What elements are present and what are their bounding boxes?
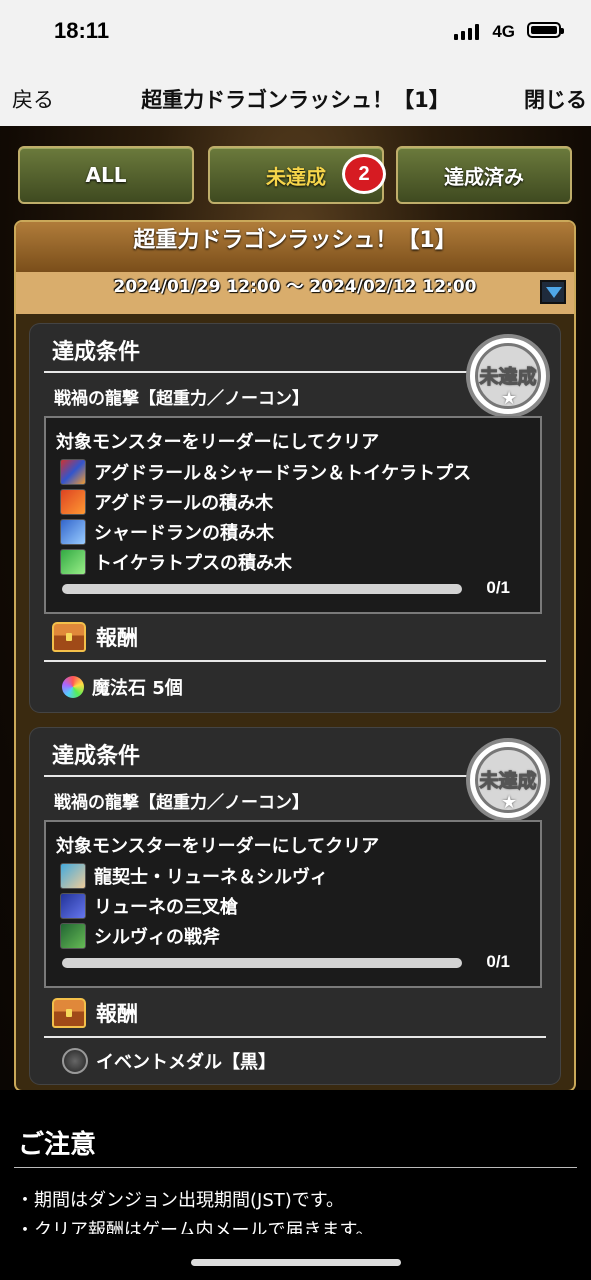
monster-row: アグドラールの積み木 (60, 488, 273, 516)
monster-icon (60, 519, 86, 545)
monster-row: アグドラール＆シャードラン＆トイケラトプス (60, 458, 471, 486)
home-indicator[interactable] (191, 1259, 401, 1266)
mission-title: 達成条件 (52, 340, 141, 365)
treasure-chest-icon (52, 622, 86, 652)
navigation-bar: 戻る 超重力ドラゴンラッシュ！【1】 閉じる (0, 64, 591, 126)
status-time: 18:11 (54, 18, 110, 43)
status-stamp: 未達成 ★ (466, 738, 550, 822)
monster-icon (60, 863, 86, 889)
divider (44, 371, 530, 373)
monster-icon (60, 549, 86, 575)
filter-tabs: ALL 未達成 達成済み 2 (18, 146, 574, 206)
event-medal-icon (62, 1048, 88, 1074)
divider (44, 660, 546, 662)
monster-icon (60, 459, 86, 485)
reward-text: イベントメダル【黒】 (96, 1052, 276, 1073)
monster-name: シャードランの積み木 (94, 523, 274, 544)
monster-name: アグドラール＆シャードラン＆トイケラトプス (94, 463, 472, 484)
mission-card: 達成条件 戦禍の龍撃【超重力／ノーコン】 未達成 ★ 対象モンスターをリーダーにし… (30, 728, 560, 1084)
mission-screen: ALL 未達成 達成済み 2 超重力ドラゴンラッシュ！【1】 2024/01/2… (0, 126, 591, 1090)
monster-name: リューネの三叉槍 (94, 897, 238, 918)
treasure-chest-icon (52, 998, 86, 1028)
dungeon-name: 戦禍の龍撃【超重力／ノーコン】 (54, 793, 309, 813)
notes-title: ご注意 (18, 1130, 97, 1160)
battery-icon (527, 22, 564, 38)
monster-row: リューネの三叉槍 (60, 892, 238, 920)
condition-box: 対象モンスターをリーダーにしてクリア 龍契士・リューネ＆シルヴィ リューネの三叉… (44, 820, 542, 988)
progress-bar (62, 584, 462, 594)
reward-item: 魔法石 5個 (62, 674, 183, 700)
monster-name: シルヴィの戦斧 (94, 927, 220, 948)
reward-text: 魔法石 5個 (92, 678, 183, 699)
divider (44, 1036, 546, 1038)
tab-all[interactable]: ALL (18, 146, 194, 204)
monster-row: 龍契士・リューネ＆シルヴィ (60, 862, 328, 890)
reward-item: イベントメダル【黒】 (62, 1048, 276, 1074)
monster-icon (60, 923, 86, 949)
monster-row: シルヴィの戦斧 (60, 922, 220, 950)
event-panel: 超重力ドラゴンラッシュ！【1】 2024/01/29 12:00 〜 2024/… (14, 220, 576, 1090)
mission-card: 達成条件 戦禍の龍撃【超重力／ノーコン】 未達成 ★ 対象モンスターをリーダーにし… (30, 324, 560, 712)
page-title: 超重力ドラゴンラッシュ！【1】 (141, 88, 450, 112)
dungeon-name: 戦禍の龍撃【超重力／ノーコン】 (54, 389, 309, 409)
condition-text: 対象モンスターをリーダーにしてクリア (56, 432, 380, 453)
monster-icon (60, 489, 86, 515)
reward-label: 報酬 (96, 1002, 138, 1026)
monster-name: 龍契士・リューネ＆シルヴィ (94, 867, 328, 888)
note-item: ・期間はダンジョン出現期間(JST)です。 (16, 1190, 344, 1211)
reward-label: 報酬 (96, 626, 138, 650)
status-stamp: 未達成 ★ (466, 334, 550, 418)
mission-title: 達成条件 (52, 744, 141, 769)
status-bar: 18:11 4G (0, 0, 591, 64)
monster-icon (60, 893, 86, 919)
incomplete-count-badge: 2 (342, 154, 386, 194)
monster-row: トイケラトプスの積み木 (60, 548, 292, 576)
status-stamp-label: 未達成 (479, 366, 537, 389)
monster-name: トイケラトプスの積み木 (94, 553, 292, 574)
monster-name: アグドラールの積み木 (94, 493, 274, 514)
event-period: 2024/01/29 12:00 〜 2024/02/12 12:00 (16, 272, 574, 314)
network-type: 4G (492, 22, 515, 41)
progress-value: 0/1 (486, 578, 510, 597)
dropdown-toggle-icon[interactable] (540, 280, 566, 304)
progress-value: 0/1 (486, 952, 510, 971)
progress-bar (62, 958, 462, 968)
event-period-text: 2024/01/29 12:00 〜 2024/02/12 12:00 (113, 277, 477, 297)
signal-icon (454, 24, 479, 40)
reward-header: 報酬 (52, 998, 138, 1028)
divider (44, 775, 530, 777)
condition-box: 対象モンスターをリーダーにしてクリア アグドラール＆シャードラン＆トイケラトプス… (44, 416, 542, 614)
star-icon: ★ (501, 388, 518, 409)
star-icon: ★ (501, 792, 518, 813)
event-title: 超重力ドラゴンラッシュ！【1】 (16, 222, 574, 272)
status-stamp-label: 未達成 (479, 770, 537, 793)
tab-completed[interactable]: 達成済み (396, 146, 572, 204)
close-button[interactable]: 閉じる (524, 84, 587, 114)
magic-stone-icon (62, 676, 84, 698)
condition-text: 対象モンスターをリーダーにしてクリア (56, 836, 380, 857)
reward-header: 報酬 (52, 622, 138, 652)
monster-row: シャードランの積み木 (60, 518, 274, 546)
note-item: ・クリア報酬はゲーム内メールで届きます。 (16, 1220, 374, 1234)
divider (14, 1167, 577, 1168)
